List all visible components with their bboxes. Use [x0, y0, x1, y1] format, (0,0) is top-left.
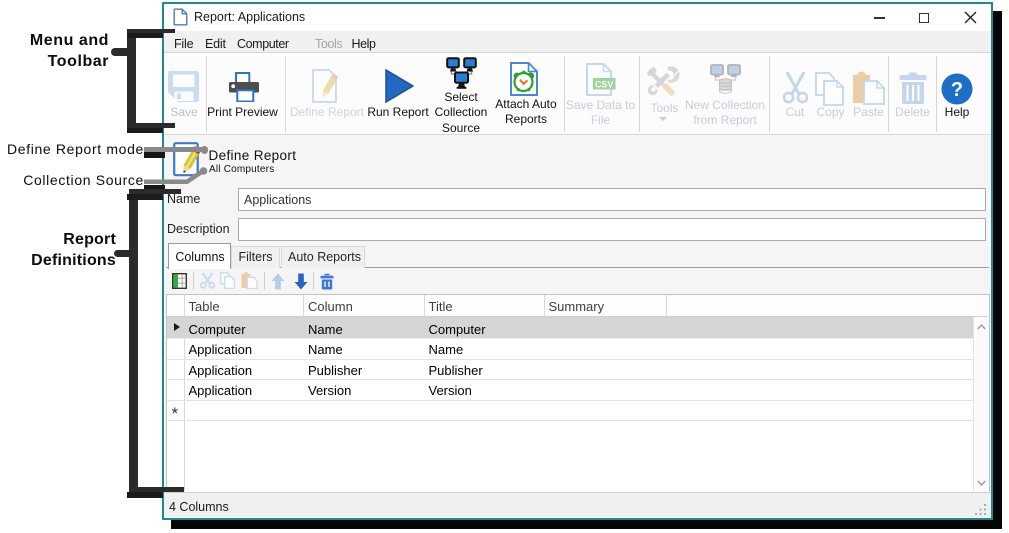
- svg-text:CSV: CSV: [595, 79, 614, 89]
- svg-text:?: ?: [951, 79, 963, 101]
